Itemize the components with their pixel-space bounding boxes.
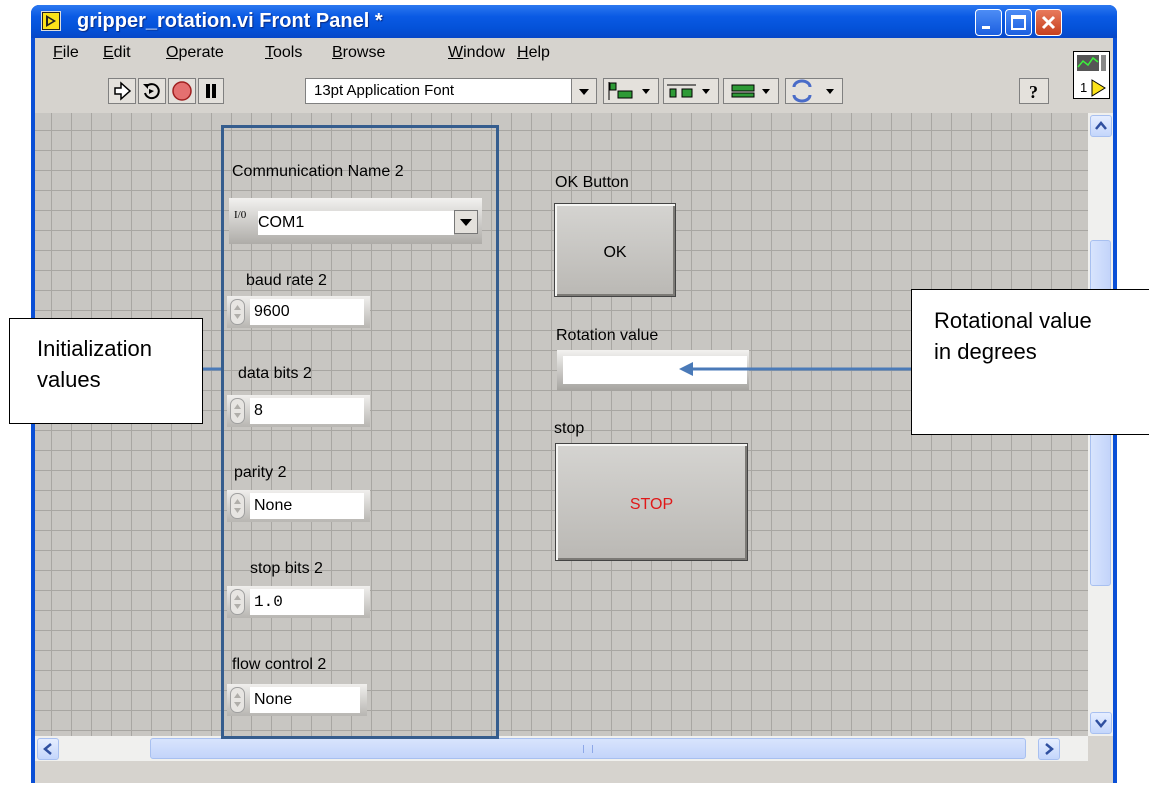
ok-button-label: OK Button: [555, 174, 629, 191]
window-title: gripper_rotation.vi Front Panel *: [77, 10, 383, 32]
baud-rate-label: baud rate 2: [246, 272, 327, 289]
communication-name-control[interactable]: I/0 COM1: [229, 198, 482, 244]
stop-button-text: STOP: [629, 496, 674, 513]
stop-button[interactable]: STOP: [555, 443, 748, 561]
communication-name-label: Communication Name 2: [232, 163, 404, 180]
run-arrow-icon[interactable]: [108, 78, 136, 104]
maximize-button[interactable]: [1005, 9, 1032, 36]
svg-text:I/0: I/0: [234, 209, 247, 221]
increment-decrement-icon[interactable]: [230, 589, 245, 615]
visa-io-icon: I/0: [233, 206, 259, 236]
increment-decrement-icon[interactable]: [230, 299, 245, 325]
increment-decrement-icon[interactable]: [230, 687, 245, 713]
vi-connector-icon[interactable]: 1: [1073, 51, 1110, 99]
close-button[interactable]: [1035, 9, 1062, 36]
abort-execution-icon[interactable]: [168, 78, 196, 104]
flow-control-value[interactable]: None: [250, 687, 360, 713]
labview-vi-icon: [41, 11, 61, 31]
increment-decrement-icon[interactable]: [230, 493, 245, 519]
stop-label: stop: [554, 420, 585, 437]
chevron-down-icon[interactable]: [571, 79, 596, 103]
svg-text:1: 1: [1080, 80, 1087, 95]
menu-window[interactable]: Window: [448, 44, 505, 62]
stop-bits-value[interactable]: 1.0: [250, 589, 364, 615]
data-bits-control[interactable]: 8: [227, 395, 370, 427]
chevron-down-icon[interactable]: [454, 210, 478, 234]
scroll-down-icon[interactable]: [1090, 712, 1112, 734]
menu-edit[interactable]: Edit: [103, 44, 131, 62]
communication-name-value[interactable]: COM1: [258, 211, 454, 235]
title-bar[interactable]: gripper_rotation.vi Front Panel *: [31, 5, 1117, 38]
ok-button-text: OK: [603, 244, 627, 261]
horizontal-scrollbar[interactable]: [35, 736, 1088, 761]
scroll-left-icon[interactable]: [37, 738, 59, 760]
flow-control-control[interactable]: None: [227, 684, 367, 716]
menu-browse[interactable]: Browse: [332, 44, 385, 62]
rotational-value-callout: Rotational value in degrees: [911, 289, 1149, 435]
rotation-value-display: [563, 356, 747, 384]
parity-label: parity 2: [234, 464, 287, 481]
ok-button[interactable]: OK: [554, 203, 676, 297]
rotation-value-label: Rotation value: [556, 327, 659, 344]
data-bits-label: data bits 2: [238, 365, 312, 382]
menu-help[interactable]: Help: [517, 44, 550, 62]
parity-control[interactable]: None: [227, 490, 370, 522]
pause-icon[interactable]: [198, 78, 224, 104]
initialization-values-callout: Initialization values: [9, 318, 203, 424]
stop-bits-label: stop bits 2: [250, 560, 323, 577]
baud-rate-value[interactable]: 9600: [250, 299, 364, 325]
stop-bits-control[interactable]: 1.0: [227, 586, 370, 618]
menu-tools[interactable]: Tools: [265, 44, 302, 62]
toolbar: 13pt Application Font ?: [35, 72, 1113, 108]
resize-objects-icon[interactable]: [723, 78, 779, 104]
flow-control-label: flow control 2: [232, 656, 327, 673]
menu-file[interactable]: File: [53, 44, 79, 62]
align-objects-icon[interactable]: [603, 78, 659, 104]
menu-bar: File Edit Operate Tools Browse Window He…: [35, 38, 1113, 68]
minimize-button[interactable]: [975, 9, 1002, 36]
rotation-value-indicator: [557, 350, 749, 391]
horizontal-scroll-thumb[interactable]: [150, 738, 1026, 759]
svg-text:?: ?: [1029, 82, 1038, 102]
increment-decrement-icon[interactable]: [230, 398, 245, 424]
parity-value[interactable]: None: [250, 493, 364, 519]
status-bar: [35, 761, 1113, 783]
reorder-icon[interactable]: [785, 78, 843, 104]
scroll-up-icon[interactable]: [1090, 115, 1112, 137]
distribute-objects-icon[interactable]: [663, 78, 719, 104]
scroll-right-icon[interactable]: [1038, 738, 1060, 760]
menu-operate[interactable]: Operate: [166, 44, 224, 62]
baud-rate-control[interactable]: 9600: [227, 296, 370, 328]
data-bits-value[interactable]: 8: [250, 398, 364, 424]
font-selector[interactable]: 13pt Application Font: [305, 78, 597, 104]
run-continuously-icon[interactable]: [138, 78, 166, 104]
context-help-icon[interactable]: ?: [1019, 78, 1049, 104]
